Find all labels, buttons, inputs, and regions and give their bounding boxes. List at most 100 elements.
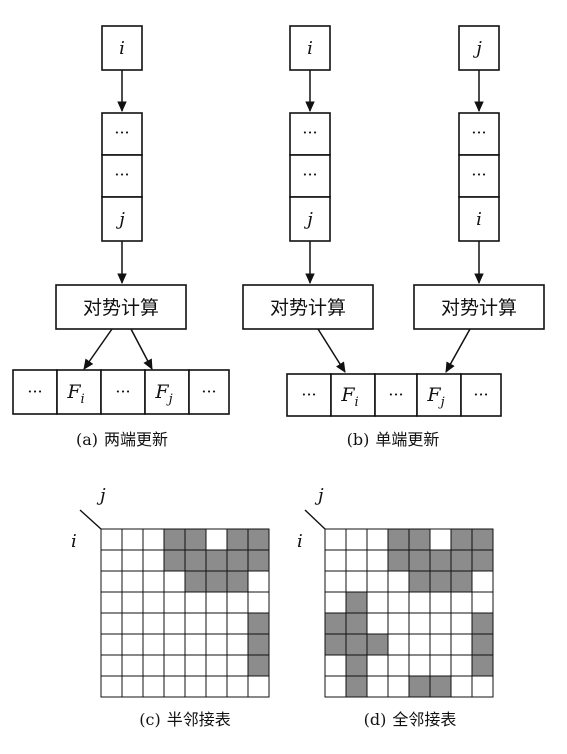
grid-cell-empty: [100, 591, 123, 614]
grid-cell-empty: [142, 570, 165, 593]
grid-cell-filled: [226, 549, 249, 572]
compute-label: 对势计算: [270, 297, 346, 319]
panel-b: i ··· ··· j 对势计算 j ··· ··· i 对势计算 ··· Fi…: [242, 25, 545, 449]
neighbor-cell-label: ···: [114, 165, 129, 184]
grid-cell-empty: [205, 675, 228, 698]
grid-cell-filled: [345, 591, 368, 614]
column-index-label: j: [96, 485, 106, 506]
grid-cell-empty: [100, 570, 123, 593]
grid-cell-filled: [205, 570, 228, 593]
grid-cell-filled: [429, 549, 452, 572]
grid-cell-empty: [429, 633, 452, 656]
grid-cell-filled: [450, 528, 473, 551]
grid-cell-empty: [163, 633, 186, 656]
grid-cell-empty: [450, 675, 473, 698]
grid-cell-empty: [471, 591, 494, 614]
row-index-label: i: [71, 531, 77, 552]
compute-label: 对势计算: [83, 297, 159, 319]
grid-cell-filled: [345, 675, 368, 698]
grid-cell-empty: [387, 675, 410, 698]
grid-cell-filled: [324, 633, 347, 656]
grid-cell-empty: [121, 654, 144, 677]
grid-cell-empty: [205, 528, 228, 551]
grid-cell-empty: [121, 528, 144, 551]
arrow-to-fj: [445, 328, 471, 373]
column-index-label: j: [314, 485, 324, 506]
grid-cell-filled: [471, 633, 494, 656]
grid-cell-empty: [366, 549, 389, 572]
arrow-to-fi: [317, 328, 346, 373]
grid-cell-empty: [184, 633, 207, 656]
caption-a: (a) 两端更新: [76, 430, 168, 449]
grid-cell-empty: [100, 612, 123, 635]
grid-cell-filled: [324, 612, 347, 635]
grid-cell-empty: [366, 675, 389, 698]
grid-cell-empty: [184, 591, 207, 614]
caption-d: (d) 全邻接表: [364, 710, 457, 729]
grid-cell-empty: [121, 633, 144, 656]
grid-cell-filled: [429, 675, 452, 698]
row-index-label: i: [297, 531, 303, 552]
arrow-to-fi: [83, 328, 113, 370]
panel-d: j i (d) 全邻接表: [297, 485, 494, 729]
grid-cell-empty: [366, 654, 389, 677]
grid-cell-filled: [471, 612, 494, 635]
grid-cell-empty: [205, 654, 228, 677]
grid-cell-empty: [366, 591, 389, 614]
force-label: ···: [115, 382, 130, 401]
grid-cell-empty: [205, 612, 228, 635]
force-label: ···: [27, 382, 42, 401]
grid-cell-filled: [226, 528, 249, 551]
grid-cell-empty: [121, 570, 144, 593]
grid-cell-filled: [205, 549, 228, 572]
grid-cell-empty: [366, 570, 389, 593]
grid-cell-empty: [471, 570, 494, 593]
grid-cell-filled: [471, 549, 494, 572]
grid-cell-empty: [324, 528, 347, 551]
caption-c: (c) 半邻接表: [139, 710, 230, 729]
grid-cell-empty: [184, 675, 207, 698]
grid-cell-filled: [163, 549, 186, 572]
grid-cell-empty: [471, 675, 494, 698]
grid-cell-empty: [100, 528, 123, 551]
grid-cell-empty: [121, 591, 144, 614]
grid-cell-empty: [121, 549, 144, 572]
grid-cell-empty: [100, 633, 123, 656]
grid-cell-filled: [366, 633, 389, 656]
neighbor-cell-label: ···: [302, 123, 317, 142]
grid-cell-filled: [408, 675, 431, 698]
grid-cell-filled: [450, 549, 473, 572]
grid-cell-empty: [408, 612, 431, 635]
grid-cell-empty: [324, 675, 347, 698]
grid-cell-empty: [184, 612, 207, 635]
adjacency-grid: [324, 528, 494, 698]
corner-diagonal: [79, 509, 102, 530]
grid-cell-empty: [142, 528, 165, 551]
grid-cell-empty: [408, 591, 431, 614]
panel-a: i ··· ··· j 对势计算 ··· Fi ··· Fj ··· (a) 两…: [12, 25, 230, 449]
grid-cell-empty: [408, 654, 431, 677]
grid-cell-filled: [408, 549, 431, 572]
grid-cell-filled: [345, 633, 368, 656]
grid-cell-empty: [366, 528, 389, 551]
grid-cell-empty: [226, 633, 249, 656]
grid-cell-empty: [387, 612, 410, 635]
grid-cell-empty: [450, 612, 473, 635]
grid-cell-filled: [226, 570, 249, 593]
grid-cell-filled: [184, 570, 207, 593]
grid-cell-empty: [226, 612, 249, 635]
grid-cell-empty: [100, 654, 123, 677]
atom-i-label: i: [307, 38, 313, 59]
grid-cell-empty: [429, 528, 452, 551]
grid-cell-filled: [450, 570, 473, 593]
neighbor-cell-label: i: [476, 209, 482, 230]
grid-cell-filled: [408, 528, 431, 551]
grid-cell-filled: [387, 549, 410, 572]
grid-cell-empty: [345, 528, 368, 551]
grid-cell-empty: [142, 654, 165, 677]
grid-cell-filled: [247, 528, 270, 551]
compute-label: 对势计算: [441, 297, 517, 319]
grid-cell-empty: [387, 570, 410, 593]
grid-cell-empty: [324, 570, 347, 593]
grid-cell-empty: [163, 654, 186, 677]
